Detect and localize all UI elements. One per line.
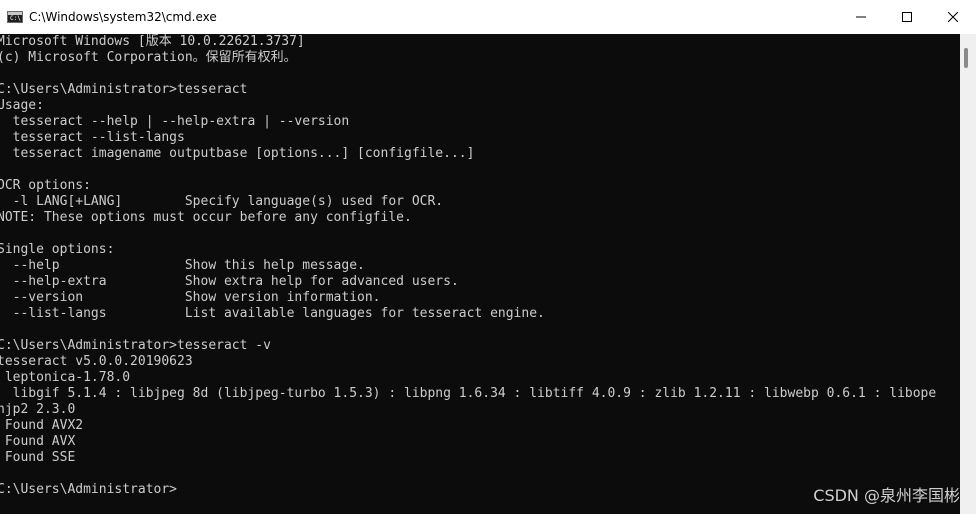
console-line: --help-extra Show extra help for advance… <box>0 274 459 289</box>
console-line: Usage: <box>0 98 44 113</box>
console-line: leptonica-1.78.0 <box>0 370 131 385</box>
close-button[interactable] <box>930 0 976 34</box>
maximize-button[interactable] <box>884 0 930 34</box>
console-line: Microsoft Windows [版本 10.0.22621.3737] <box>0 34 305 49</box>
console-line: C:\Users\Administrator>tesseract <box>0 82 248 97</box>
console-line: libgif 5.1.4 : libjpeg 8d (libjpeg-turbo… <box>0 386 937 401</box>
console-line: tesseract --list-langs <box>0 130 185 145</box>
console-line: tesseract imagename outputbase [options.… <box>0 146 475 161</box>
console-line: (c) Microsoft Corporation。保留所有权利。 <box>0 50 297 65</box>
console-line: C:\Users\Administrator> <box>0 482 178 497</box>
console-line: NOTE: These options must occur before an… <box>0 210 412 225</box>
scrollbar-thumb[interactable] <box>964 48 968 68</box>
window-controls <box>838 0 976 34</box>
console-output[interactable]: Microsoft Windows [版本 10.0.22621.3737] (… <box>0 34 960 514</box>
console-line: Single options: <box>0 242 115 257</box>
console-line: Found SSE <box>0 450 76 465</box>
title-bar[interactable]: C:\ C:\Windows\system32\cmd.exe <box>0 0 976 34</box>
console-line: Found AVX2 <box>0 418 84 433</box>
console-line: tesseract v5.0.0.20190623 <box>0 354 193 369</box>
app-icon-text: C:\ <box>10 15 21 22</box>
console-line: --list-langs List available languages fo… <box>0 306 545 321</box>
vertical-scrollbar[interactable] <box>960 34 976 514</box>
cmd-app-icon[interactable]: C:\ <box>7 11 23 23</box>
window-title: C:\Windows\system32\cmd.exe <box>29 10 217 24</box>
console-line: --version Show version information. <box>0 290 381 305</box>
console-line: --help Show this help message. <box>0 258 365 273</box>
console-line: tesseract --help | --help-extra | --vers… <box>0 114 350 129</box>
maximize-icon <box>902 12 912 22</box>
console-line: C:\Users\Administrator>tesseract -v <box>0 338 271 353</box>
console-line: -l LANG[+LANG] Specify language(s) used … <box>0 194 444 209</box>
minimize-button[interactable] <box>838 0 884 34</box>
console-line: OCR options: <box>0 178 91 193</box>
csdn-watermark: CSDN @泉州李国彬 <box>813 486 960 505</box>
cmd-window: C:\ C:\Windows\system32\cmd.exe Microsof… <box>0 0 976 514</box>
console-line: njp2 2.3.0 <box>0 402 76 417</box>
close-icon <box>948 12 958 22</box>
minimize-icon <box>856 16 866 18</box>
console-line: Found AVX <box>0 434 76 449</box>
